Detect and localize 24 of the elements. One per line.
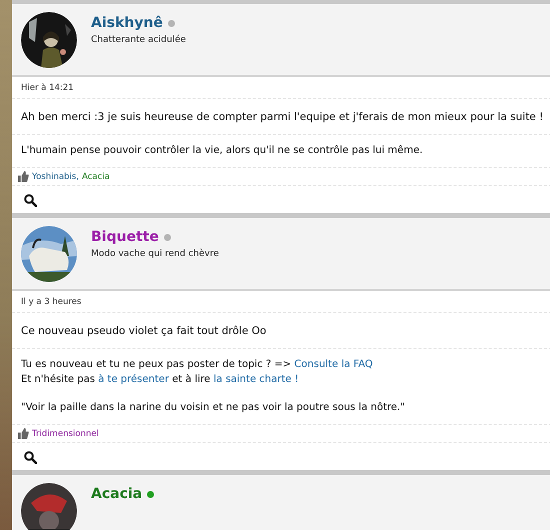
username[interactable]: Aiskhynê bbox=[91, 15, 163, 31]
user-rank: Chatterante acidulée bbox=[91, 35, 186, 45]
signature-link[interactable]: la sainte charte ! bbox=[213, 374, 299, 385]
user-rank: Modo vache qui rend chèvre bbox=[91, 249, 219, 259]
liker-link[interactable]: Acacia bbox=[82, 172, 110, 182]
signature-text: et à lire bbox=[171, 374, 212, 385]
liker-link[interactable]: Yoshinabis, bbox=[32, 172, 79, 182]
post-message: Ce nouveau pseudo violet ça fait tout drôle Oo bbox=[21, 325, 266, 337]
signature-link[interactable]: à te présenter bbox=[98, 374, 169, 385]
post-date: Hier à 14:21 bbox=[21, 83, 74, 93]
username[interactable]: Biquette bbox=[91, 229, 159, 245]
post-date: Il y a 3 heures bbox=[21, 297, 82, 307]
liker-link[interactable]: Tridimensionnel bbox=[32, 428, 99, 438]
signature-text: Et n'hésite pas bbox=[21, 374, 96, 385]
signature-text: L'humain pense pouvoir contrôler la vie, alors qu'il ne se contrôle pas lui même. bbox=[21, 145, 423, 156]
thumbs-up-icon bbox=[18, 171, 29, 182]
signature-link[interactable]: Consulte la FAQ bbox=[294, 359, 373, 370]
thumbs-up-icon bbox=[18, 428, 29, 439]
search-icon[interactable] bbox=[24, 194, 37, 207]
post-message: Ah ben merci :3 je suis heureuse de compter parmi l'equipe et j'ferais de mon mieux pour la suite ! bbox=[21, 111, 544, 123]
signature-text: Tu es nouveau et tu ne peux pas poster de topic ? => bbox=[21, 359, 292, 370]
username[interactable]: Acacia bbox=[91, 486, 142, 502]
signature-text: "Voir la paille dans la narine du voisin et ne pas voir la poutre sous la nôtre." bbox=[21, 402, 405, 413]
search-icon[interactable] bbox=[24, 451, 37, 464]
